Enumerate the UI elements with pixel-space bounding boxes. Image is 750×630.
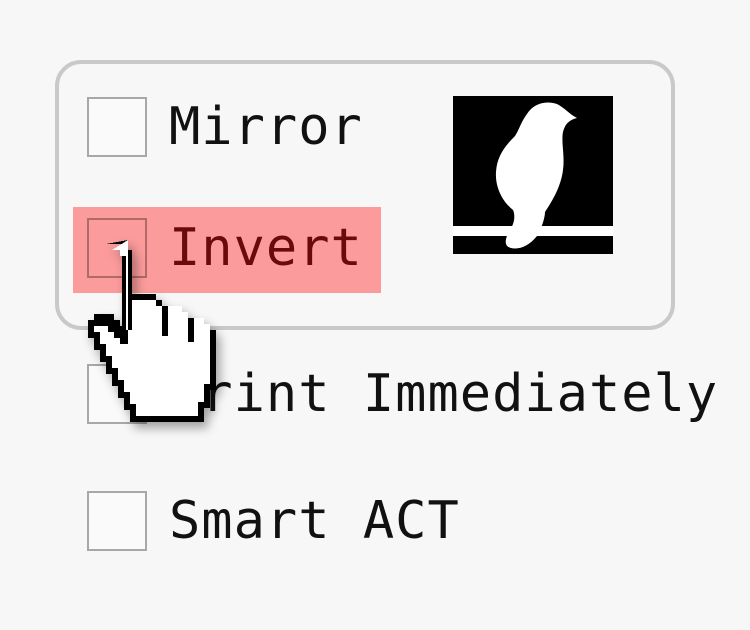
print-options-panel: Mirror Invert Print Immediately Smart AC… [0, 0, 750, 630]
mirror-checkbox[interactable] [87, 97, 147, 157]
mirror-label: Mirror [169, 97, 363, 157]
bird-silhouette-icon [453, 96, 613, 254]
smart-act-label: Smart ACT [169, 491, 460, 551]
mirror-option[interactable]: Mirror [87, 95, 363, 159]
inverted-preview-image [453, 96, 613, 254]
smart-act-checkbox[interactable] [87, 491, 147, 551]
print-immediately-label: Print Immediately [169, 364, 719, 424]
smart-act-option[interactable]: Smart ACT [87, 489, 460, 553]
hand-pointer-icon [66, 238, 226, 438]
